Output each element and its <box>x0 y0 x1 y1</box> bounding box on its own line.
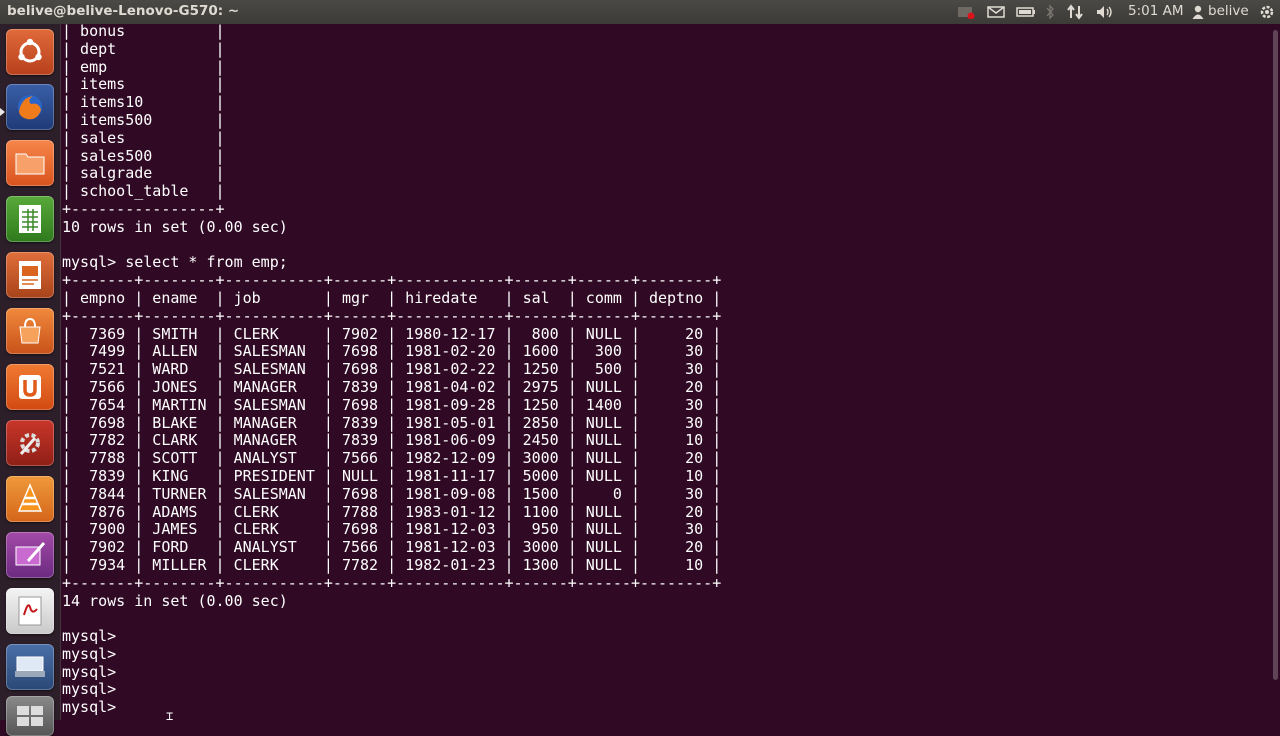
terminal-line: mysql> <box>62 698 117 717</box>
libreoffice-calc-icon[interactable] <box>6 196 54 242</box>
terminal-line: | 7566 | JONES | MANAGER | 7839 | 1981-0… <box>62 377 722 396</box>
terminal-line: | 7369 | SMITH | CLERK | 7902 | 1980-12-… <box>62 324 722 343</box>
text-cursor-icon: ⌶ <box>166 709 174 723</box>
mail-icon[interactable] <box>985 0 1007 24</box>
terminal-line: +----------------+ <box>62 199 225 218</box>
volume-icon[interactable] <box>1094 0 1116 24</box>
terminal-line: mysql> <box>62 644 117 663</box>
terminal-line: | 7839 | KING | PRESIDENT | NULL | 1981-… <box>62 466 722 485</box>
document-viewer-icon[interactable] <box>6 588 54 634</box>
launcher <box>0 24 61 736</box>
terminal-line: | 7934 | MILLER | CLERK | 7782 | 1982-01… <box>62 555 722 574</box>
terminal-line: | bonus | <box>62 22 225 40</box>
terminal-line: | 7499 | ALLEN | SALESMAN | 7698 | 1981-… <box>62 342 722 361</box>
terminal-line: | 7654 | MARTIN | SALESMAN | 7698 | 1981… <box>62 395 722 414</box>
terminal-line: | 7902 | FORD | ANALYST | 7566 | 1981-12… <box>62 538 722 557</box>
ubuntu-dash-icon[interactable] <box>6 29 54 75</box>
clock[interactable]: 5:01 AM <box>1128 3 1184 19</box>
libreoffice-impress-icon[interactable] <box>6 252 54 298</box>
terminal-line: | salgrade | <box>62 164 225 183</box>
user-icon[interactable] <box>1190 0 1206 24</box>
terminal-line: | emp | <box>62 57 225 76</box>
terminal-line: +-------+--------+-----------+------+---… <box>62 573 722 592</box>
terminal-line: | sales | <box>62 128 225 147</box>
scanner-icon[interactable] <box>6 644 54 690</box>
terminal-line: mysql> <box>62 627 117 646</box>
bluetooth-icon[interactable] <box>1042 0 1058 24</box>
top-panel: belive@belive-Lenovo-G570: ~ 5:01 AM bel… <box>0 0 1280 24</box>
session-gear-icon[interactable] <box>1256 0 1278 24</box>
kdenlive-icon[interactable] <box>6 532 54 578</box>
terminal-line: | sales500 | <box>62 146 225 165</box>
terminal-line: | 7782 | CLARK | MANAGER | 7839 | 1981-0… <box>62 431 722 450</box>
terminal-line: | school_table | <box>62 182 225 201</box>
vlc-icon[interactable] <box>6 476 54 522</box>
terminal-line: | items10 | <box>62 93 225 112</box>
terminal-line: | 7521 | WARD | SALESMAN | 7698 | 1981-0… <box>62 360 722 379</box>
terminal-line: 14 rows in set (0.00 sec) <box>62 591 288 610</box>
terminal-line: | 7876 | ADAMS | CLERK | 7788 | 1983-01-… <box>62 502 722 521</box>
terminal-line: | 7788 | SCOTT | ANALYST | 7566 | 1982-1… <box>62 449 722 468</box>
running-app-pip <box>0 108 5 116</box>
terminal-line: | dept | <box>62 39 225 58</box>
battery-icon[interactable] <box>1015 0 1037 24</box>
terminal-line: | 7698 | BLAKE | MANAGER | 7839 | 1981-0… <box>62 413 722 432</box>
software-center-icon[interactable] <box>6 308 54 354</box>
ubuntu-one-icon[interactable] <box>6 364 54 410</box>
terminal-line: | empno | ename | job | mgr | hiredate |… <box>62 288 722 307</box>
network-icon[interactable] <box>1064 0 1086 24</box>
files-folder-icon[interactable] <box>6 140 54 186</box>
terminal-output[interactable]: | bonus | | dept | | emp | | items | | items… <box>62 22 1272 720</box>
terminal-line: | 7900 | JAMES | CLERK | 7698 | 1981-12-… <box>62 520 722 539</box>
terminal-line: mysql> select * from emp; <box>62 253 288 272</box>
terminal-line: mysql> <box>62 680 117 699</box>
terminal-line: mysql> <box>62 662 117 681</box>
firefox-icon[interactable] <box>6 84 54 130</box>
terminal-line: | 7844 | TURNER | SALESMAN | 7698 | 1981… <box>62 484 722 503</box>
terminal-line: | items500 | <box>62 110 225 129</box>
terminal-line: | items | <box>62 75 225 94</box>
terminal-line: +-------+--------+-----------+------+---… <box>62 306 722 325</box>
terminal-line: +-------+--------+-----------+------+---… <box>62 271 722 290</box>
workspace-switcher-icon[interactable] <box>6 696 54 736</box>
scrollbar-thumb[interactable] <box>1273 30 1278 680</box>
system-settings-icon[interactable] <box>6 420 54 466</box>
user-name[interactable]: belive <box>1208 3 1249 19</box>
window-title: belive@belive-Lenovo-G570: ~ <box>7 3 240 19</box>
terminal-line: 10 rows in set (0.00 sec) <box>62 217 288 236</box>
recording-indicator-icon[interactable] <box>955 0 977 24</box>
